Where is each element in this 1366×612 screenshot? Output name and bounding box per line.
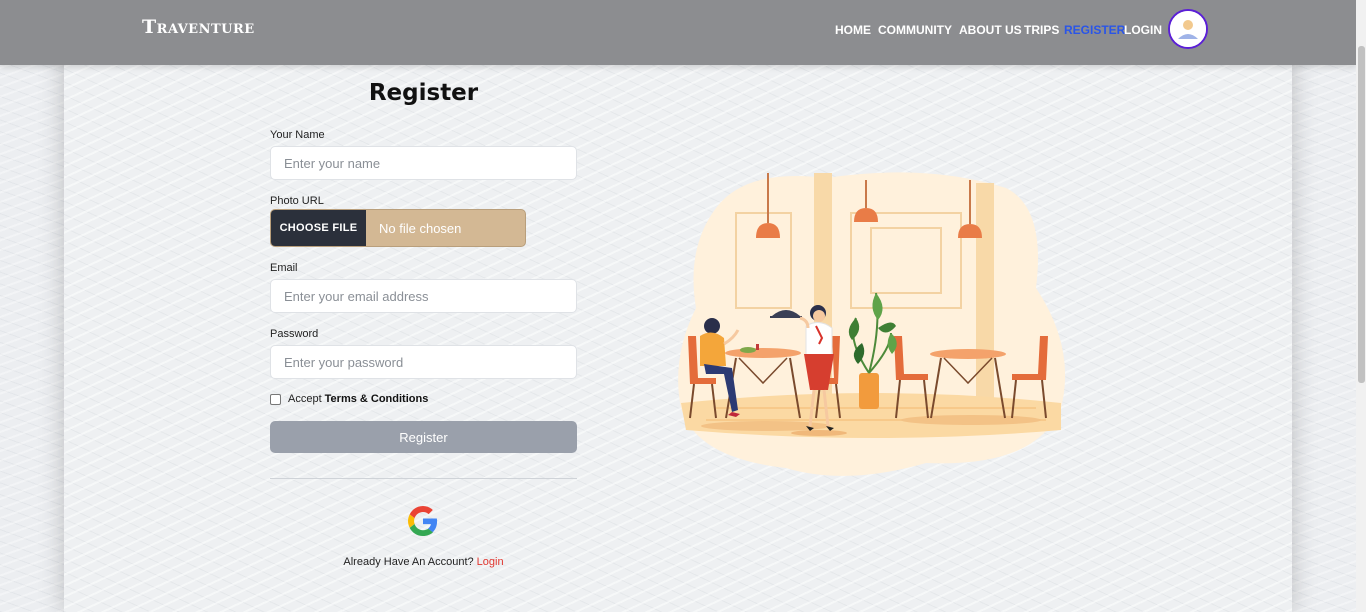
photo-url-label: Photo URL	[270, 195, 324, 207]
email-label: Email	[270, 262, 298, 274]
name-input[interactable]	[270, 146, 577, 180]
nav-register[interactable]: REGISTER	[1064, 23, 1125, 37]
login-prompt-row: Already Have An Account? Login	[270, 556, 577, 568]
restaurant-illustration	[678, 172, 1066, 476]
brand-logo[interactable]: Traventure	[142, 16, 255, 38]
nav-trips[interactable]: TRIPS	[1024, 23, 1059, 37]
choose-file-button[interactable]: CHOOSE FILE	[271, 210, 366, 246]
login-prompt-text: Already Have An Account?	[343, 556, 474, 568]
nav-home[interactable]: HOME	[835, 23, 871, 37]
terms-prefix: Accept	[288, 393, 322, 405]
terms-link[interactable]: Terms & Conditions	[325, 393, 429, 405]
navbar: Traventure HOME COMMUNITY ABOUT US TRIPS…	[0, 0, 1356, 65]
scrollbar[interactable]	[1356, 0, 1366, 612]
email-input[interactable]	[270, 279, 577, 313]
scrollbar-thumb[interactable]	[1358, 46, 1365, 383]
nav-about-us[interactable]: ABOUT US	[959, 23, 1022, 37]
terms-row: Accept Terms & Conditions	[270, 393, 428, 405]
avatar[interactable]	[1168, 9, 1208, 49]
google-icon	[408, 506, 438, 536]
file-status-text: No file chosen	[379, 220, 462, 236]
name-label: Your Name	[270, 129, 325, 141]
photo-file-input[interactable]: CHOOSE FILE No file chosen	[270, 209, 526, 247]
nav-login[interactable]: LOGIN	[1124, 23, 1162, 37]
login-link[interactable]: Login	[477, 556, 504, 568]
terms-checkbox[interactable]	[270, 393, 281, 405]
password-label: Password	[270, 328, 319, 340]
password-input[interactable]	[270, 345, 577, 379]
nav-community[interactable]: COMMUNITY	[878, 23, 952, 37]
page-title: Register	[368, 80, 479, 106]
divider	[270, 478, 577, 479]
google-login-button[interactable]	[408, 506, 438, 536]
user-avatar-icon	[1170, 11, 1206, 47]
register-button[interactable]: Register	[270, 421, 577, 453]
